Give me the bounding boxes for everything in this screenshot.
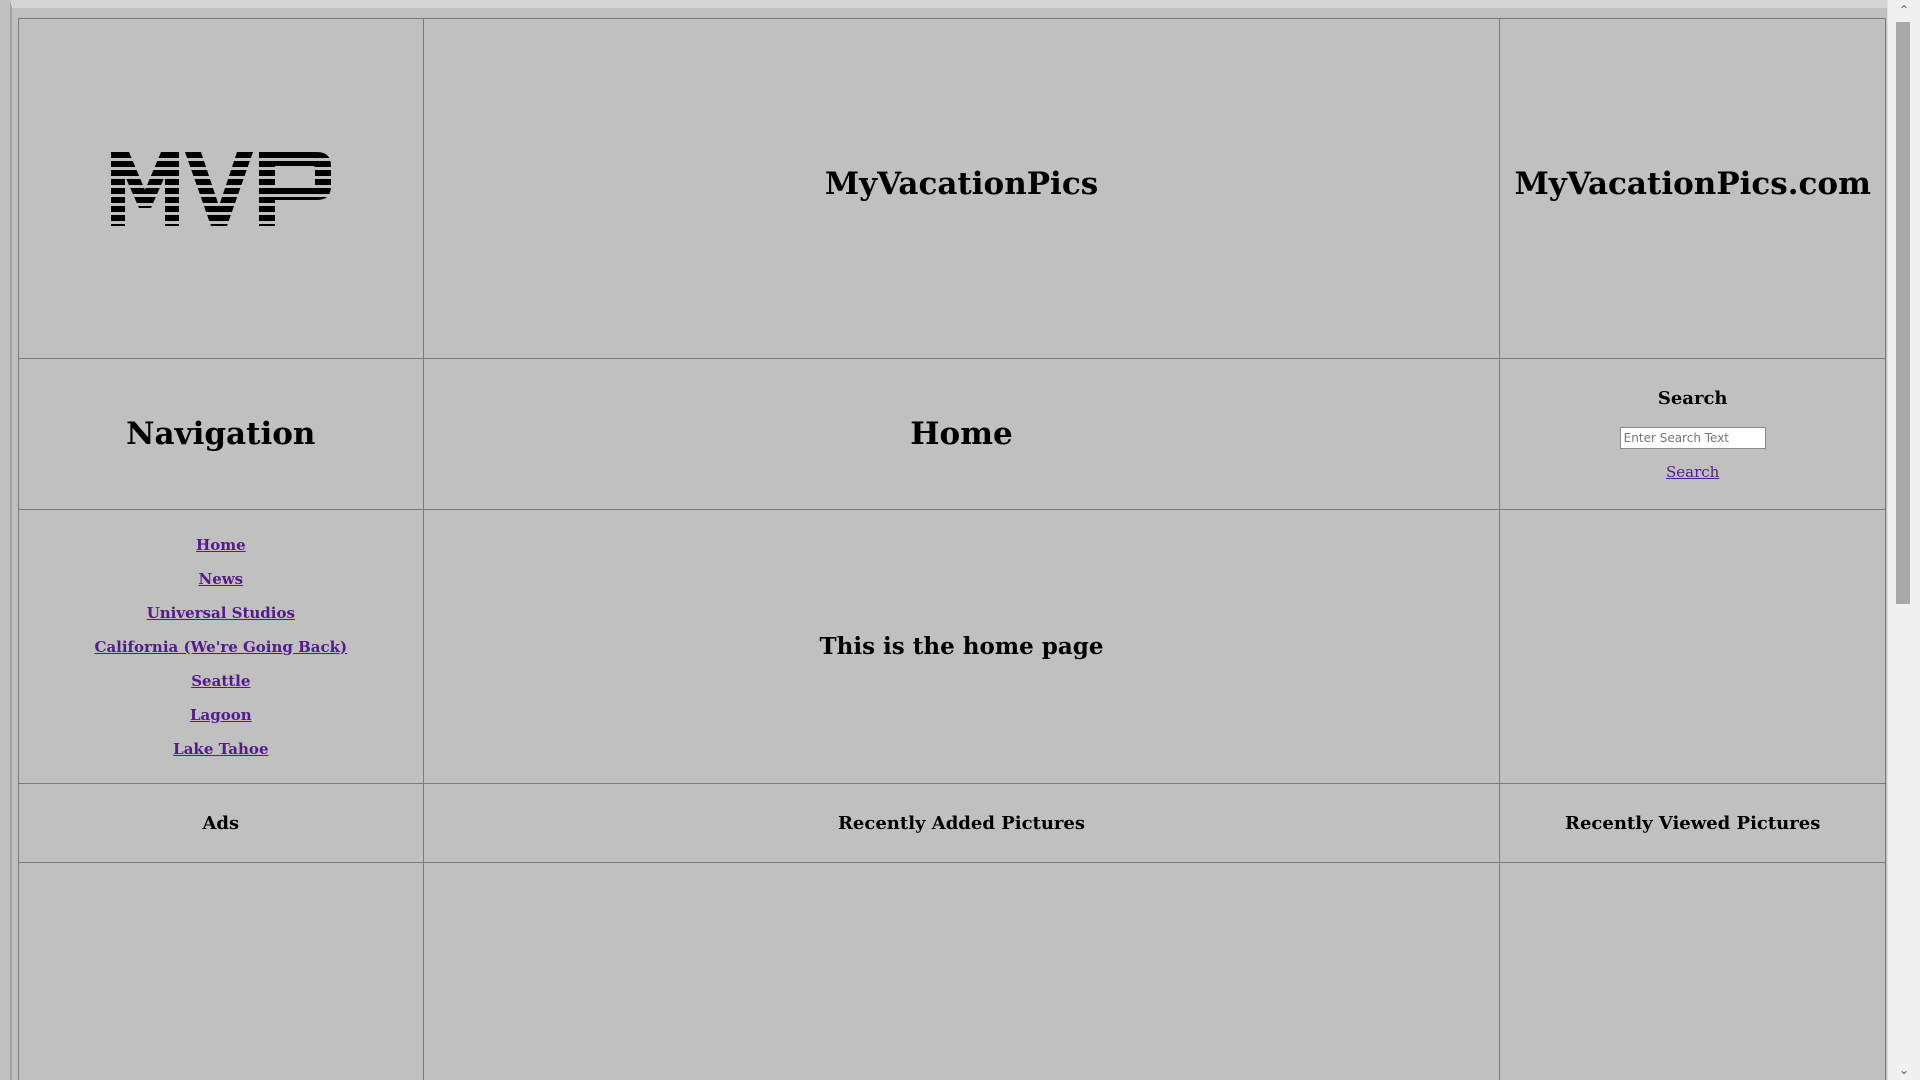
domain-cell: MyVacationPics.com xyxy=(1499,18,1886,359)
logo-cell xyxy=(18,18,424,359)
search-input[interactable] xyxy=(1619,426,1766,449)
page-title: Home xyxy=(910,416,1013,452)
recently-viewed-content-cell xyxy=(1499,862,1886,1080)
recently-viewed-heading: Recently Viewed Pictures xyxy=(1565,812,1821,834)
ads-content-cell xyxy=(18,862,424,1080)
chevron-down-icon[interactable]: ⌄ xyxy=(1888,1060,1920,1080)
ads-heading: Ads xyxy=(202,812,240,834)
bottom-row xyxy=(18,862,1886,1080)
nav-item: California (We're Going Back) xyxy=(19,637,423,657)
recently-added-cell: Recently Added Pictures xyxy=(422,783,1501,863)
search-heading: Search xyxy=(1657,387,1728,409)
vertical-scrollbar[interactable]: ⌃ ⌄ xyxy=(1887,0,1920,1080)
mvp-logo xyxy=(110,151,331,226)
nav-item: News xyxy=(19,569,423,589)
section-labels-row: Ads Recently Added Pictures Recently Vie… xyxy=(18,783,1886,863)
recently-added-content-cell xyxy=(422,862,1501,1080)
site-name-cell: MyVacationPics xyxy=(422,18,1501,359)
right-empty-cell xyxy=(1499,509,1886,784)
ads-cell: Ads xyxy=(18,783,424,863)
nav-link-california[interactable]: California (We're Going Back) xyxy=(95,638,348,656)
nav-list: Home News Universal Studios California (… xyxy=(19,535,423,759)
nav-item: Universal Studios xyxy=(19,603,423,623)
site-domain: MyVacationPics.com xyxy=(1514,165,1871,202)
navigation-heading-cell: Navigation xyxy=(18,358,424,510)
nav-item: Lagoon xyxy=(19,705,423,725)
content-cell: This is the home page xyxy=(422,509,1501,784)
nav-link-news[interactable]: News xyxy=(199,570,244,588)
nav-link-home[interactable]: Home xyxy=(196,536,246,554)
site-title: MyVacationPics xyxy=(824,165,1099,202)
navigation-heading: Navigation xyxy=(126,416,316,452)
nav-link-lake-tahoe[interactable]: Lake Tahoe xyxy=(173,740,268,758)
main-row: Home News Universal Studios California (… xyxy=(18,509,1886,784)
scrollbar-thumb[interactable] xyxy=(1896,22,1910,604)
recently-viewed-cell: Recently Viewed Pictures xyxy=(1499,783,1886,863)
nav-link-universal-studios[interactable]: Universal Studios xyxy=(147,604,295,622)
header-row: MyVacationPics MyVacationPics.com xyxy=(18,18,1886,359)
home-message: This is the home page xyxy=(819,633,1104,660)
subheader-row: Navigation Home Search Search xyxy=(18,358,1886,510)
recently-added-heading: Recently Added Pictures xyxy=(837,812,1086,834)
nav-link-seattle[interactable]: Seattle xyxy=(191,672,250,690)
navigation-cell: Home News Universal Studios California (… xyxy=(18,509,424,784)
page-title-cell: Home xyxy=(422,358,1501,510)
chevron-up-icon[interactable]: ⌃ xyxy=(1888,0,1920,20)
search-cell: Search Search xyxy=(1499,358,1886,510)
layout-table: MyVacationPics MyVacationPics.com Naviga… xyxy=(18,18,1886,1080)
nav-item: Lake Tahoe xyxy=(19,739,423,759)
nav-item: Seattle xyxy=(19,671,423,691)
search-link[interactable]: Search xyxy=(1666,463,1719,481)
nav-item: Home xyxy=(19,535,423,555)
page-viewport: MyVacationPics MyVacationPics.com Naviga… xyxy=(0,0,1888,1080)
nav-link-lagoon[interactable]: Lagoon xyxy=(190,706,252,724)
